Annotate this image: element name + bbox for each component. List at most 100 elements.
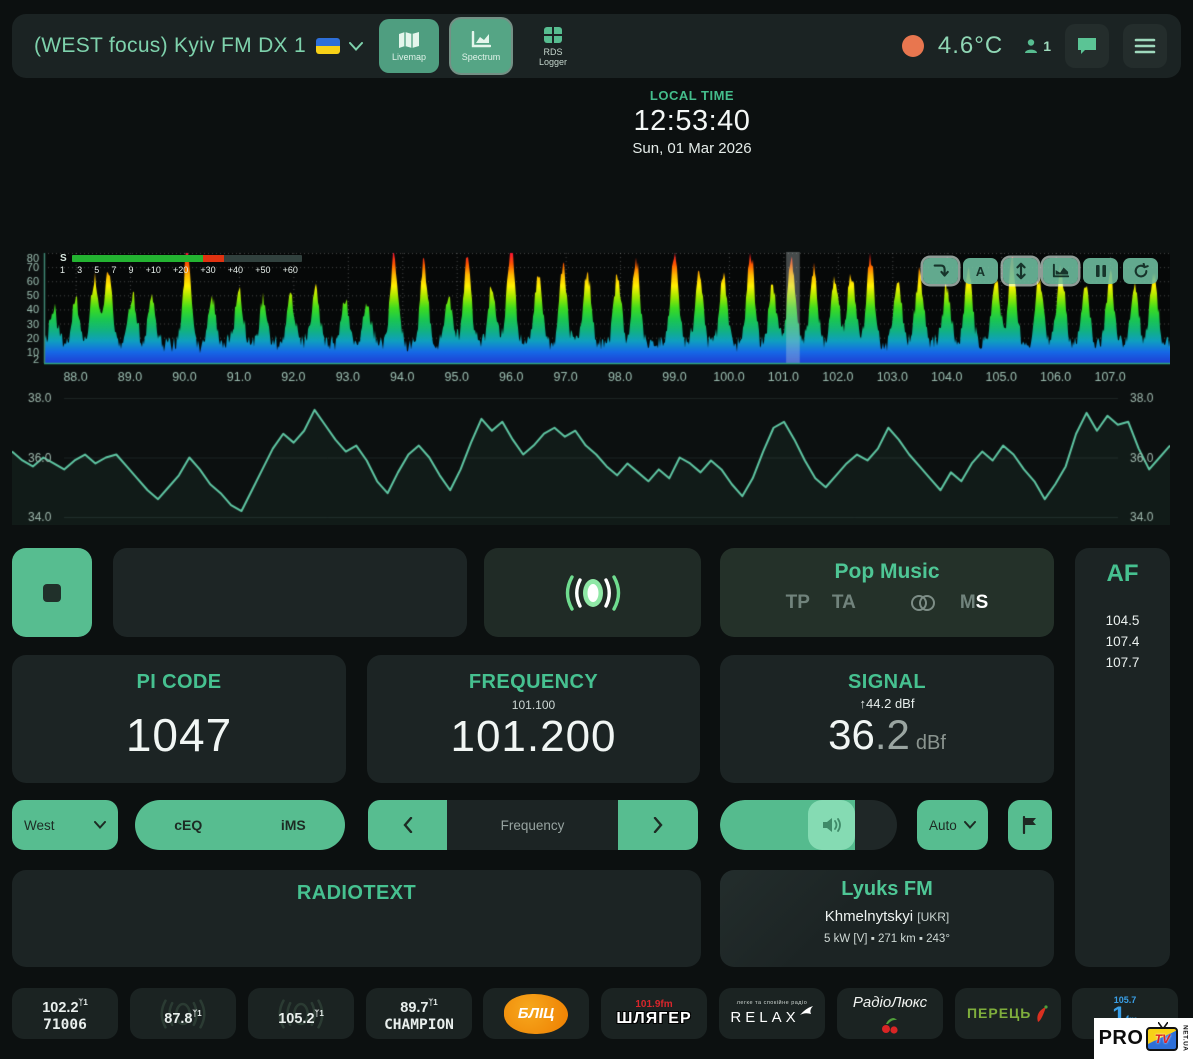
station-country: [UKR]	[917, 910, 949, 924]
protv-text: PRO	[1099, 1027, 1144, 1050]
preset-button-shlyager[interactable]: 101.9fm ШЛЯГЕР	[601, 988, 707, 1039]
chevron-right-icon	[653, 817, 663, 833]
arrows-up-down-button[interactable]	[1003, 258, 1038, 284]
tp-flag: TP	[786, 592, 810, 614]
eq-toggle[interactable]: cEQ	[174, 817, 202, 833]
volume-slider[interactable]	[720, 800, 897, 850]
frequency-value: 101.200	[367, 712, 700, 762]
af-item[interactable]: 107.4	[1075, 631, 1170, 652]
weather-dot-icon	[902, 35, 924, 57]
signal-history-chart[interactable]	[12, 390, 1170, 525]
clock-label: LOCAL TIME	[512, 88, 872, 103]
arrow-turn-down-icon	[932, 262, 950, 280]
user-icon	[1023, 38, 1039, 54]
tv-logo-icon: TV	[1146, 1027, 1178, 1051]
arrow-turn-down-button[interactable]	[923, 258, 958, 284]
chart-area-button[interactable]	[1043, 258, 1078, 284]
chevron-down-icon[interactable]	[349, 42, 363, 51]
cherries-icon	[879, 1018, 901, 1034]
nav-spectrum-button[interactable]: Spectrum	[451, 19, 511, 73]
volume-thumb[interactable]	[808, 800, 855, 850]
stop-audio-button[interactable]	[12, 548, 92, 637]
shlyager-logo: ШЛЯГЕР	[607, 1010, 701, 1028]
listener-count: 1	[1023, 38, 1051, 54]
af-item[interactable]: 104.5	[1075, 610, 1170, 631]
frequency-input[interactable]	[447, 800, 618, 850]
signal-unit: dBf	[916, 732, 946, 754]
preset-button-blits[interactable]: БЛІЦ	[483, 988, 589, 1039]
chevron-left-icon	[403, 817, 413, 833]
preset-button-radio-lux[interactable]: РадіоЛюкс	[837, 988, 943, 1039]
hamburger-icon	[1134, 38, 1156, 54]
s-meter-scale: 13579+10+20+30+40+50+60	[60, 265, 298, 275]
chat-button[interactable]	[1065, 24, 1109, 68]
main-nav: Livemap Spectrum RDS Logger	[379, 19, 583, 73]
preset-button-relax[interactable]: легке та спокійне радіо RELAX	[719, 988, 825, 1039]
map-icon	[398, 31, 420, 49]
pi-code-label: PI CODE	[12, 671, 346, 694]
tune-up-button[interactable]	[618, 800, 698, 850]
ukraine-flag-icon	[316, 38, 340, 54]
eq-ims-toggle-group: cEQ iMS	[135, 800, 345, 850]
pi-code-card: PI CODE 1047	[12, 655, 346, 783]
radio-lux-logo: РадіоЛюкс	[843, 994, 937, 1034]
station-info-card: Lyuks FM Khmelnytskyi [UKR] 5 kW [V] ▪ 2…	[720, 870, 1054, 967]
preset-button-1[interactable]: 102.2ᛉ1 71006	[12, 988, 118, 1039]
chart-line-icon	[471, 31, 491, 49]
ta-flag: TA	[832, 592, 856, 614]
stereo-icon	[908, 594, 938, 612]
chili-pepper-icon	[1035, 1004, 1049, 1024]
protv-branding[interactable]: PRO TV NET.UA	[1094, 1018, 1193, 1059]
antenna-badge: ᛉ1	[315, 1009, 324, 1018]
frequency-card: FREQUENCY 101.100 101.200	[367, 655, 700, 783]
auto-scale-button[interactable]: A	[963, 258, 998, 284]
spectrum-toolbar: A	[923, 258, 1158, 284]
clock-time: 12:53:40	[512, 105, 872, 138]
preset-button-3[interactable]: 105.2ᛉ1	[248, 988, 354, 1039]
arrows-up-down-icon	[1014, 262, 1028, 280]
menu-button[interactable]	[1123, 24, 1167, 68]
station-name[interactable]: Lyuks FM	[720, 878, 1054, 901]
signal-peak: ↑44.2 dBf	[720, 696, 1054, 711]
top-bar-right: 4.6°C 1	[902, 24, 1167, 68]
spectrum-panel: S 13579+10+20+30+40+50+60 A	[12, 250, 1170, 383]
station-location: Khmelnytskyi [UKR]	[720, 908, 1054, 925]
signal-card: SIGNAL ↑44.2 dBf 36.2dBf	[720, 655, 1054, 783]
nav-rds-logger-button[interactable]: RDS Logger	[523, 19, 583, 73]
mode-select-value: Auto	[929, 818, 957, 833]
pause-button[interactable]	[1083, 258, 1118, 284]
antenna-badge: ᛉ1	[428, 998, 437, 1007]
mode-select[interactable]: Auto	[917, 800, 988, 850]
fm-dx-webserver-page: (WEST focus) Kyiv FM DX 1 Livemap Spectr…	[0, 0, 1193, 1059]
rds-flags: TP TA MS	[720, 592, 1054, 614]
antenna-badge: ᛉ1	[79, 998, 88, 1007]
frequency-label: FREQUENCY	[367, 671, 700, 694]
s-meter-label: S	[60, 253, 67, 264]
table-cells-icon	[543, 26, 563, 44]
tune-down-button[interactable]	[368, 800, 447, 850]
chart-area-icon	[1052, 263, 1070, 279]
station-details: 5 kW [V] ▪ 271 km ▪ 243°	[720, 933, 1054, 945]
program-type: Pop Music	[720, 560, 1054, 584]
bookmark-flag-button[interactable]	[1008, 800, 1052, 850]
letter-a-icon: A	[976, 264, 985, 279]
temperature-value: 4.6°C	[938, 32, 1003, 60]
speaker-icon	[821, 816, 843, 834]
preset-button-2[interactable]: 87.8ᛉ1	[130, 988, 236, 1039]
ims-toggle[interactable]: iMS	[281, 817, 306, 833]
server-title[interactable]: (WEST focus) Kyiv FM DX 1	[34, 34, 306, 58]
nav-livemap-button[interactable]: Livemap	[379, 19, 439, 73]
chevron-down-icon	[94, 821, 106, 829]
antenna-select[interactable]: West	[12, 800, 118, 850]
preset-button-4[interactable]: 89.7ᛉ1 CHAMPION	[366, 988, 472, 1039]
antenna-select-value: West	[24, 818, 55, 833]
refresh-button[interactable]	[1123, 258, 1158, 284]
chevron-down-icon	[964, 821, 976, 829]
nav-label: Livemap	[392, 52, 426, 62]
rotate-icon	[1133, 263, 1149, 279]
previous-frequency: 101.100	[367, 698, 700, 712]
chat-bubble-icon	[1076, 36, 1098, 56]
nav-label: Spectrum	[462, 52, 501, 62]
af-item[interactable]: 107.7	[1075, 652, 1170, 673]
preset-button-perets[interactable]: ПЕРЕЦЬ	[955, 988, 1061, 1039]
